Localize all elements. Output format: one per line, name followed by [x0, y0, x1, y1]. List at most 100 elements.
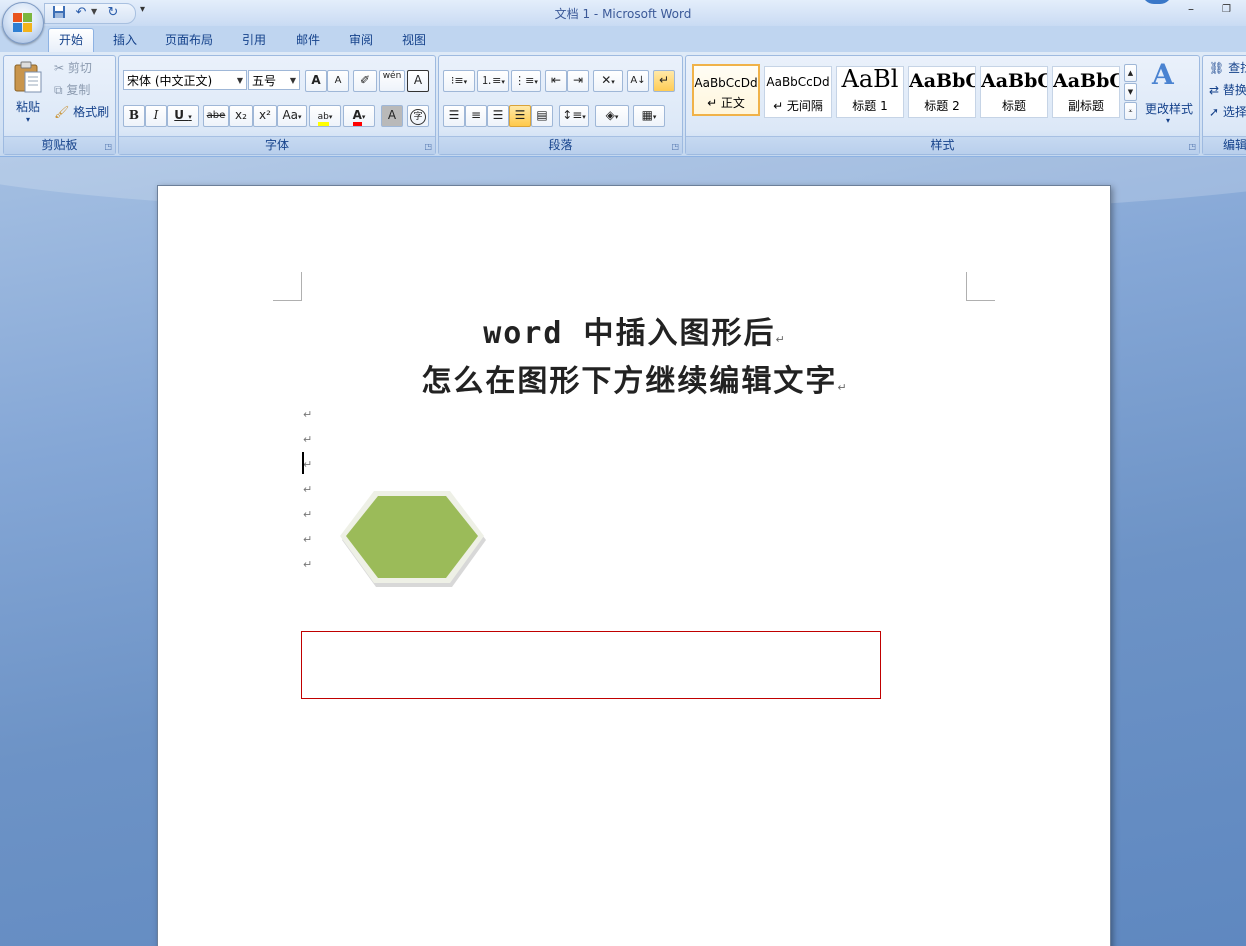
- cut-label: 剪切: [67, 61, 92, 75]
- style-name: ↵ 无间隔: [773, 99, 823, 113]
- increase-indent-button[interactable]: ⇥: [567, 70, 589, 92]
- chevron-down-icon: ▼: [1127, 88, 1134, 96]
- select-button[interactable]: ➚ 选择: [1209, 102, 1246, 122]
- borders-button[interactable]: ▦▾: [633, 105, 665, 127]
- shading-button[interactable]: ◈▾: [595, 105, 629, 127]
- document-title-line-1[interactable]: word 中插入图形后↵: [158, 308, 1110, 352]
- character-border-button[interactable]: A: [407, 70, 429, 92]
- sort-button[interactable]: A↓: [627, 70, 649, 92]
- clipboard-group: 粘贴 ▾ ✂ 剪切 ⧉ 复制 🖌 格式刷 剪贴板 ◳: [3, 55, 116, 155]
- style-no-spacing[interactable]: AaBbCcDd ↵ 无间隔: [764, 66, 832, 118]
- chevron-up-icon: ▲: [1127, 69, 1134, 77]
- justify-button[interactable]: ☰: [509, 105, 531, 127]
- phonetic-guide-button[interactable]: wén: [379, 70, 405, 92]
- font-name-combo[interactable]: 宋体 (中文正文) ▼: [123, 70, 247, 90]
- font-size-value: 五号: [252, 74, 277, 88]
- cut-button[interactable]: ✂ 剪切: [54, 58, 92, 78]
- paint-bucket-icon: ◈: [605, 108, 615, 122]
- paste-dropdown-icon: ▾: [26, 115, 31, 124]
- enclose-characters-button[interactable]: 字: [407, 105, 429, 127]
- line-spacing-button[interactable]: ↕≡▾: [559, 105, 589, 127]
- paste-icon: [14, 61, 42, 93]
- change-case-icon: Aa: [282, 108, 299, 122]
- shrink-font-button[interactable]: A: [327, 70, 349, 92]
- strikethrough-icon: abe: [206, 110, 226, 121]
- character-border-icon: A: [413, 73, 423, 87]
- chinese-layout-button[interactable]: ✕▾: [593, 70, 623, 92]
- decrease-indent-button[interactable]: ⇤: [545, 70, 567, 92]
- align-left-button[interactable]: ☰: [443, 105, 465, 127]
- title-line-2-text: 怎么在图形下方继续编辑文字: [421, 364, 838, 399]
- tab-view[interactable]: 视图: [392, 29, 436, 51]
- font-size-combo[interactable]: 五号 ▼: [248, 70, 300, 90]
- font-launcher-icon[interactable]: ◳: [424, 142, 432, 151]
- align-right-button[interactable]: ☰: [487, 105, 509, 127]
- paragraph-launcher-icon[interactable]: ◳: [671, 142, 679, 151]
- style-heading-1[interactable]: AaBl 标题 1: [836, 66, 904, 118]
- line-spacing-icon: ↕≡: [562, 108, 583, 122]
- copy-button[interactable]: ⧉ 复制: [54, 80, 90, 100]
- change-case-button[interactable]: Aa▾: [277, 105, 307, 127]
- align-center-button[interactable]: ≡: [465, 105, 487, 127]
- styles-scroll-down-button[interactable]: ▼: [1124, 83, 1137, 101]
- style-heading-2[interactable]: AaBbC 标题 2: [908, 66, 976, 118]
- multilevel-list-button[interactable]: ⋮≡▾: [511, 70, 541, 92]
- tab-references[interactable]: 引用: [232, 29, 276, 51]
- find-button[interactable]: ⛓ 查找: [1209, 58, 1246, 78]
- tab-page-layout[interactable]: 页面布局: [155, 29, 223, 51]
- format-painter-button[interactable]: 🖌 格式刷: [54, 102, 109, 122]
- font-color-icon: A: [352, 108, 362, 126]
- paragraph-group-label: 段落: [439, 136, 682, 154]
- minimize-button[interactable]: –: [1188, 2, 1194, 16]
- grow-font-button[interactable]: A: [305, 70, 327, 92]
- hexagon-shape[interactable]: [340, 486, 488, 592]
- tab-home[interactable]: 开始: [48, 28, 95, 53]
- shrink-font-icon: A: [334, 75, 342, 86]
- document-title-line-2[interactable]: 怎么在图形下方继续编辑文字↵: [158, 356, 1110, 400]
- underline-button[interactable]: U ▾: [167, 105, 199, 127]
- styles-scroll-up-button[interactable]: ▲: [1124, 64, 1137, 82]
- subscript-icon: x₂: [235, 108, 247, 122]
- font-color-button[interactable]: A▾: [343, 105, 375, 127]
- change-styles-button[interactable]: A 更改样式 ▾: [1142, 58, 1196, 130]
- bold-button[interactable]: B: [123, 105, 145, 127]
- strikethrough-button[interactable]: abe: [203, 105, 229, 127]
- clipboard-launcher-icon[interactable]: ◳: [104, 142, 112, 151]
- numbering-icon: ⒈≡: [481, 74, 502, 87]
- style-normal[interactable]: AaBbCcDd ↵ 正文: [692, 64, 760, 116]
- distributed-button[interactable]: ▤: [531, 105, 553, 127]
- italic-button[interactable]: I: [145, 105, 167, 127]
- paragraph-mark: ↵: [303, 508, 313, 521]
- highlight-button[interactable]: ab▾: [309, 105, 341, 127]
- tab-review[interactable]: 审阅: [339, 29, 383, 51]
- style-name: 标题 2: [924, 99, 960, 113]
- tab-insert[interactable]: 插入: [103, 29, 147, 51]
- tab-mailings[interactable]: 邮件: [286, 29, 330, 51]
- style-title[interactable]: AaBbC 标题: [980, 66, 1048, 118]
- paste-button[interactable]: 粘贴 ▾: [8, 58, 48, 130]
- sort-icon: A↓: [630, 75, 646, 86]
- subscript-button[interactable]: x₂: [229, 105, 253, 127]
- style-subtitle[interactable]: AaBbC 副标题: [1052, 66, 1120, 118]
- office-button[interactable]: [2, 2, 44, 44]
- clipboard-group-label: 剪贴板: [4, 136, 115, 154]
- restore-button[interactable]: ❐: [1222, 4, 1231, 15]
- character-shading-button[interactable]: A: [381, 105, 403, 127]
- paragraph-mark: ↵: [303, 533, 313, 546]
- paragraph-mark: ↵: [303, 433, 313, 446]
- bold-icon: B: [128, 108, 140, 122]
- copy-label: 复制: [66, 83, 91, 97]
- show-marks-button[interactable]: ↵: [653, 70, 675, 92]
- replace-label: 替换: [1222, 83, 1246, 97]
- clear-formatting-button[interactable]: ✐: [353, 70, 377, 92]
- document-page[interactable]: word 中插入图形后↵ 怎么在图形下方继续编辑文字↵ ↵ ↵ ↵ ↵ ↵ ↵ …: [157, 185, 1111, 946]
- styles-launcher-icon[interactable]: ◳: [1188, 142, 1196, 151]
- help-orb[interactable]: [1142, 0, 1172, 4]
- text-box[interactable]: [301, 631, 881, 699]
- replace-button[interactable]: ⇄ 替换: [1209, 80, 1246, 100]
- numbering-button[interactable]: ⒈≡▾: [477, 70, 509, 92]
- superscript-button[interactable]: x²: [253, 105, 277, 127]
- styles-more-button[interactable]: ⩡: [1124, 102, 1137, 120]
- bullets-button[interactable]: ⁝≡▾: [443, 70, 475, 92]
- document-area: word 中插入图形后↵ 怎么在图形下方继续编辑文字↵ ↵ ↵ ↵ ↵ ↵ ↵ …: [0, 157, 1246, 946]
